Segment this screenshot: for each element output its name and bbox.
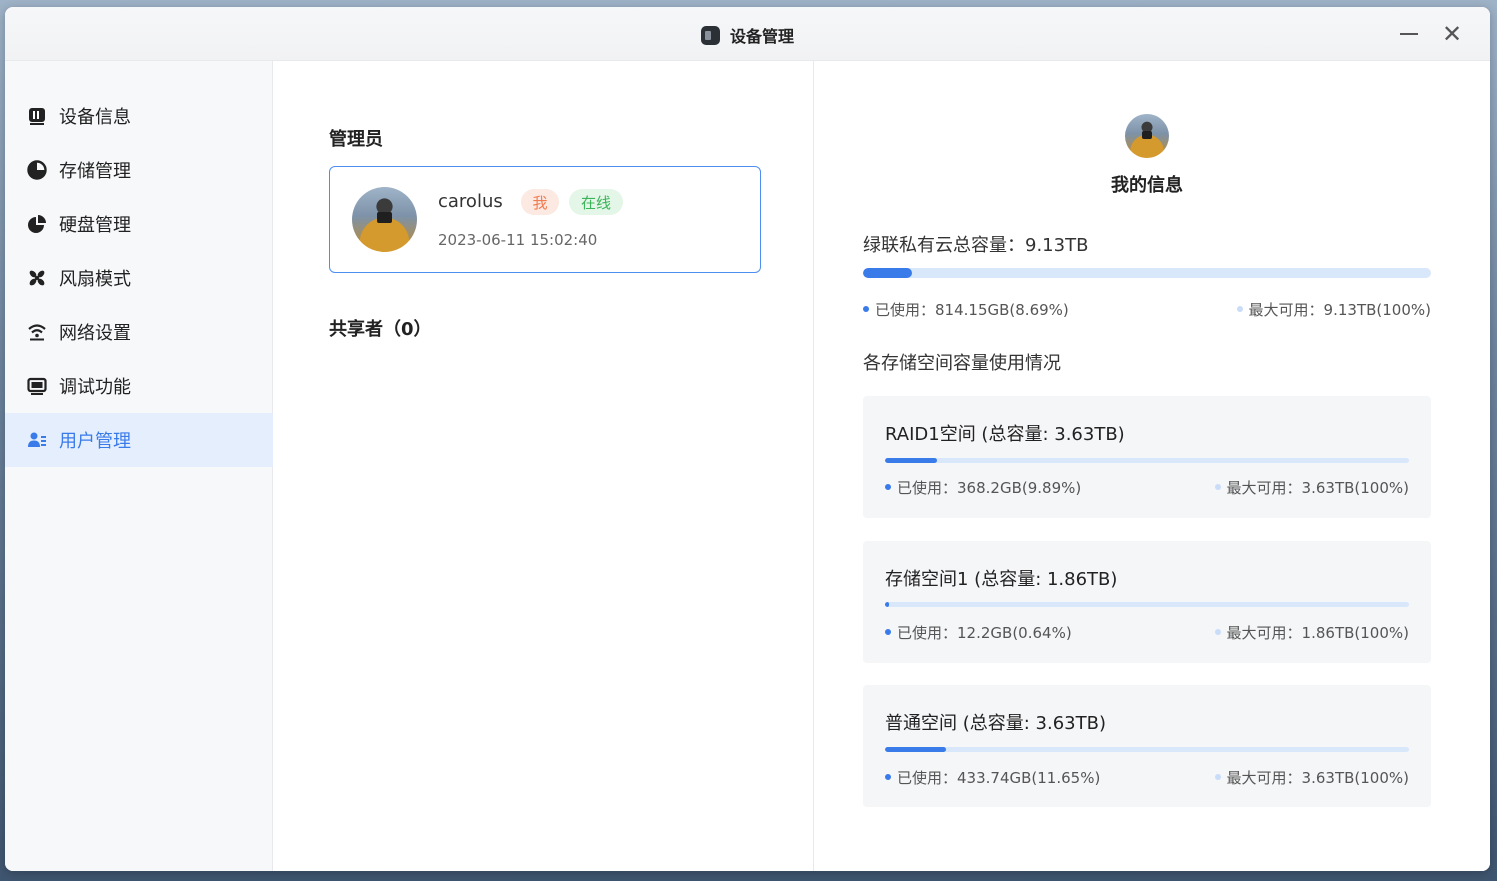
minimize-button[interactable] bbox=[1394, 19, 1424, 49]
total-usage-bar bbox=[863, 268, 1431, 278]
device-management-window: 设备管理 ✕ 设备信息 存储管理 硬盘管理 风扇模式 网络设置 调试功能 用户管… bbox=[5, 7, 1490, 871]
pie-chart-icon bbox=[27, 160, 47, 180]
total-used-label: 已使用：814.15GB(8.69%) bbox=[863, 299, 1069, 320]
sidebar-item-label: 网络设置 bbox=[59, 323, 131, 344]
space-used-label: 已使用：433.74GB(11.65%) bbox=[885, 767, 1100, 788]
close-icon: ✕ bbox=[1441, 20, 1463, 48]
used-dot-icon bbox=[885, 484, 891, 490]
storage-space-card: 普通空间 (总容量: 3.63TB) 已使用：433.74GB(11.65%) … bbox=[863, 685, 1431, 807]
total-usage-bar-fill bbox=[863, 268, 913, 278]
sidebar-item-label: 存储管理 bbox=[59, 161, 131, 182]
used-text: 已使用：368.2GB(9.89%) bbox=[897, 479, 1082, 497]
space-usage-bar bbox=[885, 602, 1409, 607]
sidebar-item-label: 硬盘管理 bbox=[59, 215, 131, 236]
spaces-heading: 各存储空间容量使用情况 bbox=[863, 353, 1061, 374]
admin-user-card[interactable]: carolus 我 在线 2023-06-11 15:02:40 bbox=[329, 166, 761, 273]
sidebar: 设备信息 存储管理 硬盘管理 风扇模式 网络设置 调试功能 用户管理 bbox=[5, 61, 273, 871]
space-usage-bar-fill bbox=[885, 747, 947, 752]
online-status-badge: 在线 bbox=[569, 189, 623, 215]
used-dot-icon bbox=[863, 306, 869, 312]
space-usage-bar bbox=[885, 747, 1409, 752]
sidebar-item-label: 用户管理 bbox=[59, 431, 131, 452]
total-capacity-label: 绿联私有云总容量：9.13TB bbox=[863, 235, 1089, 256]
space-used-label: 已使用：368.2GB(9.89%) bbox=[885, 477, 1081, 498]
sidebar-item-label: 设备信息 bbox=[59, 107, 131, 128]
space-max-label: 最大可用：1.86TB(100%) bbox=[1214, 622, 1409, 643]
used-dot-icon bbox=[885, 629, 891, 635]
max-text: 最大可用：1.86TB(100%) bbox=[1226, 624, 1409, 642]
user-name: carolus bbox=[438, 191, 503, 212]
title-bar: 设备管理 ✕ bbox=[5, 7, 1490, 61]
total-max-label: 最大可用：9.13TB(100%) bbox=[1236, 299, 1431, 320]
used-dot-icon bbox=[885, 774, 891, 780]
storage-space-card: RAID1空间 (总容量: 3.63TB) 已使用：368.2GB(9.89%)… bbox=[863, 396, 1431, 518]
device-icon bbox=[27, 106, 47, 126]
space-usage-bar bbox=[885, 458, 1409, 463]
monitor-icon bbox=[27, 376, 47, 396]
window-title-group: 设备管理 bbox=[5, 23, 1490, 47]
space-max-label: 最大可用：3.63TB(100%) bbox=[1214, 477, 1409, 498]
used-text: 已使用：814.15GB(8.69%) bbox=[875, 301, 1069, 319]
sharers-heading: 共享者（0） bbox=[329, 319, 432, 340]
window-title: 设备管理 bbox=[729, 27, 794, 46]
sidebar-item-fan[interactable]: 风扇模式 bbox=[5, 251, 273, 305]
space-usage-bar-fill bbox=[885, 458, 937, 463]
my-info-title: 我的信息 bbox=[1111, 175, 1183, 196]
sidebar-item-device-info[interactable]: 设备信息 bbox=[5, 89, 273, 143]
space-usage-bar-fill bbox=[885, 602, 890, 607]
space-used-label: 已使用：12.2GB(0.64%) bbox=[885, 622, 1072, 643]
space-title: 普通空间 (总容量: 3.63TB) bbox=[885, 713, 1106, 734]
app-icon bbox=[700, 26, 720, 45]
sidebar-item-network[interactable]: 网络设置 bbox=[5, 305, 273, 359]
sidebar-item-disk[interactable]: 硬盘管理 bbox=[5, 197, 273, 251]
sidebar-item-label: 调试功能 bbox=[59, 377, 131, 398]
users-icon bbox=[27, 430, 47, 450]
user-list-panel: 管理员 carolus 我 在线 2023-06-11 15:02:40 共享者… bbox=[274, 61, 814, 871]
max-text: 最大可用：3.63TB(100%) bbox=[1226, 479, 1409, 497]
sidebar-item-label: 风扇模式 bbox=[59, 269, 131, 290]
space-title: 存储空间1 (总容量: 1.86TB) bbox=[885, 569, 1118, 590]
max-text: 最大可用：3.63TB(100%) bbox=[1226, 769, 1409, 787]
max-dot-icon bbox=[1214, 484, 1221, 490]
max-dot-icon bbox=[1214, 629, 1221, 635]
wifi-icon bbox=[27, 322, 47, 342]
minimize-icon bbox=[1400, 33, 1418, 35]
my-info-panel: 我的信息 绿联私有云总容量：9.13TB 已使用：814.15GB(8.69%)… bbox=[815, 61, 1490, 871]
my-avatar bbox=[1125, 114, 1169, 158]
used-text: 已使用：12.2GB(0.64%) bbox=[897, 624, 1072, 642]
space-max-label: 最大可用：3.63TB(100%) bbox=[1214, 767, 1409, 788]
sidebar-item-debug[interactable]: 调试功能 bbox=[5, 359, 273, 413]
me-badge: 我 bbox=[521, 189, 559, 215]
max-dot-icon bbox=[1236, 306, 1243, 312]
fan-icon bbox=[27, 268, 47, 288]
admin-heading: 管理员 bbox=[329, 129, 383, 150]
close-button[interactable]: ✕ bbox=[1437, 19, 1467, 49]
max-text: 最大可用：9.13TB(100%) bbox=[1248, 301, 1431, 319]
last-login-time: 2023-06-11 15:02:40 bbox=[438, 231, 598, 249]
space-title: RAID1空间 (总容量: 3.63TB) bbox=[885, 424, 1125, 445]
avatar bbox=[352, 187, 417, 252]
storage-space-card: 存储空间1 (总容量: 1.86TB) 已使用：12.2GB(0.64%) 最大… bbox=[863, 541, 1431, 663]
sidebar-item-users[interactable]: 用户管理 bbox=[5, 413, 273, 467]
max-dot-icon bbox=[1214, 774, 1221, 780]
disk-icon bbox=[27, 214, 47, 234]
sidebar-item-storage[interactable]: 存储管理 bbox=[5, 143, 273, 197]
used-text: 已使用：433.74GB(11.65%) bbox=[897, 769, 1101, 787]
